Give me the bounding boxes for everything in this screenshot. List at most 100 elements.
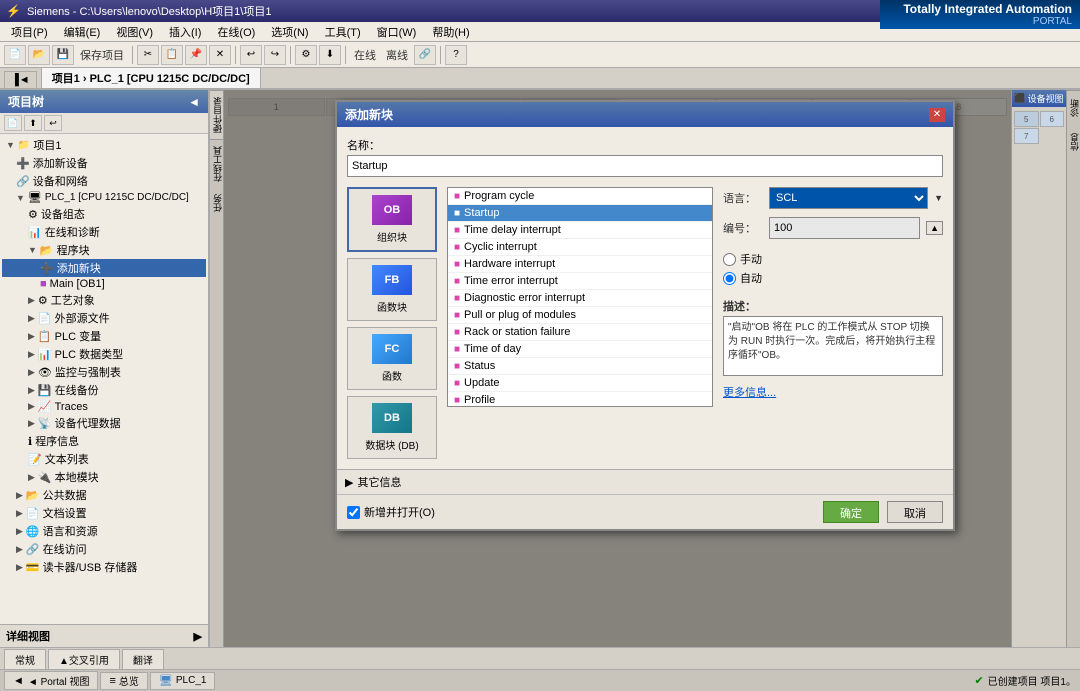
help-btn[interactable]: ? (445, 45, 467, 65)
bottom-tab-normal[interactable]: 常规 (4, 649, 46, 669)
other-info-section[interactable]: ▶ 其它信息 (337, 469, 953, 494)
block-item-time-of-day[interactable]: ■ Time of day (448, 341, 712, 358)
block-item-hw-int[interactable]: ■ Hardware interrupt (448, 256, 712, 273)
tree-item-backup[interactable]: ▶ 💾 在线备份 (2, 381, 206, 399)
block-item-status[interactable]: ■ Status (448, 358, 712, 375)
new-btn[interactable]: 📄 (4, 45, 26, 65)
portal-view-btn[interactable]: ◄ ◄ Portal 视图 (4, 671, 98, 690)
menu-view[interactable]: 视图(V) (109, 22, 160, 42)
open-btn[interactable]: 📂 (28, 45, 50, 65)
right-side-tab-2[interactable]: 信息 (1067, 125, 1080, 159)
offline-label[interactable]: 离线 (382, 47, 412, 63)
menu-insert[interactable]: 插入(I) (162, 22, 208, 42)
tree-item-add-device[interactable]: ➕ 添加新设备 (2, 154, 206, 172)
save-label[interactable]: 保存项目 (76, 47, 128, 63)
tree-collapse-btn[interactable]: ◄ (188, 95, 200, 109)
block-item-rack-fail[interactable]: ■ Rack or station failure (448, 324, 712, 341)
plc1-tab-btn[interactable]: 🖥 PLC_1 (150, 672, 216, 690)
tree-item-plc-var[interactable]: ▶ 📋 PLC 变量 (2, 327, 206, 345)
tree-item-online-diag[interactable]: 📊 在线和诊断 (2, 223, 206, 241)
block-type-fc[interactable]: FC 函数 (347, 327, 437, 390)
radio-auto-input[interactable] (723, 272, 736, 285)
copy-btn[interactable]: 📋 (161, 45, 183, 65)
open-checkbox[interactable] (347, 506, 360, 519)
tree-item-network[interactable]: 🔗 设备和网络 (2, 172, 206, 190)
tree-open-btn[interactable]: ⬆ (24, 115, 42, 131)
tree-item-traces[interactable]: ▶ 📈 Traces (2, 399, 206, 414)
tree-item-doc-set[interactable]: ▶ 📄 文档设置 (2, 504, 206, 522)
number-input[interactable] (769, 217, 920, 239)
menu-help[interactable]: 帮助(H) (425, 22, 476, 42)
tree-item-online-access[interactable]: ▶ 🔗 在线访问 (2, 540, 206, 558)
block-item-diag-error[interactable]: ■ Diagnostic error interrupt (448, 290, 712, 307)
menu-options[interactable]: 选项(N) (264, 22, 315, 42)
tree-toggle-btn[interactable]: ▐◄ (4, 71, 37, 88)
block-item-startup[interactable]: ■ Startup (448, 205, 712, 222)
block-item-update[interactable]: ■ Update (448, 375, 712, 392)
block-type-fb[interactable]: FB 函数块 (347, 258, 437, 321)
overview-btn[interactable]: ≡ 总览 (100, 672, 147, 690)
bottom-tab-translate[interactable]: 翻译 (122, 649, 164, 669)
block-type-db[interactable]: DB 数据块 (DB) (347, 396, 437, 459)
language-select[interactable]: SCL LAD FBD STL GRAPH (769, 187, 928, 209)
cancel-button[interactable]: 取消 (887, 501, 943, 523)
side-tab-online[interactable]: 在线工具 (210, 139, 223, 188)
radio-manual-input[interactable] (723, 253, 736, 266)
tree-item-root[interactable]: ▼ 📁 项目1 (2, 136, 206, 154)
tree-item-text-list[interactable]: 📝 文本列表 (2, 450, 206, 468)
paste-btn[interactable]: 📌 (185, 45, 207, 65)
tree-item-main[interactable]: ■ Main [OB1] (2, 277, 206, 291)
tree-item-proxy[interactable]: ▶ 📡 设备代理数据 (2, 414, 206, 432)
more-info-link[interactable]: 更多信息... (723, 387, 776, 399)
dialog-close-btn[interactable]: ✕ (929, 108, 945, 122)
download-btn[interactable]: ⬇ (319, 45, 341, 65)
tree-item-add-block[interactable]: ➕ 添加新块 (2, 259, 206, 277)
tree-item-prog-info[interactable]: ℹ 程序信息 (2, 432, 206, 450)
menu-window[interactable]: 窗口(W) (370, 22, 424, 42)
block-type-ob[interactable]: OB 组织块 (347, 187, 437, 252)
tree-item-plc1[interactable]: ▼ 🖥 PLC_1 [CPU 1215C DC/DC/DC] (2, 190, 206, 205)
side-tab-hardware[interactable]: 硬件目录 (210, 90, 223, 139)
right-side-tab-1[interactable]: 诊断 (1067, 90, 1080, 125)
menu-tools[interactable]: 工具(T) (318, 22, 368, 42)
side-tab-tasks[interactable]: 任务 (210, 188, 223, 218)
tree-item-common[interactable]: ▶ 📂 公共数据 (2, 486, 206, 504)
menu-project[interactable]: 项目(P) (4, 22, 55, 42)
block-item-cyclic[interactable]: ■ Cyclic interrupt (448, 239, 712, 256)
block-item-time-delay[interactable]: ■ Time delay interrupt (448, 222, 712, 239)
tree-item-program[interactable]: ▼ 📂 程序块 (2, 241, 206, 259)
detail-view-expand[interactable]: ▶ (194, 630, 202, 643)
menu-online[interactable]: 在线(O) (210, 22, 262, 42)
ok-button[interactable]: 确定 (823, 501, 879, 523)
online-label[interactable]: 在线 (350, 47, 380, 63)
tree-item-tech[interactable]: ▶ ⚙ 工艺对象 (2, 291, 206, 309)
detail-view-header[interactable]: 详细视图 ▶ (0, 624, 208, 647)
radio-auto[interactable]: 自动 (723, 270, 943, 286)
go-online-btn[interactable]: 🔗 (414, 45, 436, 65)
block-item-pull-plug[interactable]: ■ Pull or plug of modules (448, 307, 712, 324)
number-spin-up[interactable]: ▲ (926, 221, 943, 235)
tree-new-btn[interactable]: 📄 (4, 115, 22, 131)
block-item-prog-cycle[interactable]: ■ Program cycle (448, 188, 712, 205)
redo-btn[interactable]: ↪ (264, 45, 286, 65)
hw-view-header[interactable]: ⬛ 设备视图 (1012, 90, 1066, 107)
undo-btn[interactable]: ↩ (240, 45, 262, 65)
tree-item-monitor[interactable]: ▶ 👁 监控与强制表 (2, 363, 206, 381)
tree-item-lang[interactable]: ▶ 🌐 语言和资源 (2, 522, 206, 540)
block-item-time-error[interactable]: ■ Time error interrupt (448, 273, 712, 290)
menu-edit[interactable]: 编辑(E) (57, 22, 108, 42)
tree-item-ext-src[interactable]: ▶ 📄 外部源文件 (2, 309, 206, 327)
tree-item-local-mod[interactable]: ▶ 🔌 本地模块 (2, 468, 206, 486)
name-input[interactable] (347, 155, 943, 177)
tree-item-plc-data[interactable]: ▶ 📊 PLC 数据类型 (2, 345, 206, 363)
tree-item-hw-config[interactable]: ⚙ 设备组态 (2, 205, 206, 223)
tree-back-btn[interactable]: ↩ (44, 115, 62, 131)
tree-item-card-reader[interactable]: ▶ 💳 读卡器/USB 存储器 (2, 558, 206, 576)
block-item-profile[interactable]: ■ Profile (448, 392, 712, 407)
bottom-tab-crossref[interactable]: ▲交叉引用 (48, 649, 120, 669)
radio-manual[interactable]: 手动 (723, 251, 943, 267)
delete-btn[interactable]: ✕ (209, 45, 231, 65)
save-btn[interactable]: 💾 (52, 45, 74, 65)
compile-btn[interactable]: ⚙ (295, 45, 317, 65)
tab-plc1[interactable]: 项目1 › PLC_1 [CPU 1215C DC/DC/DC] (41, 67, 261, 88)
